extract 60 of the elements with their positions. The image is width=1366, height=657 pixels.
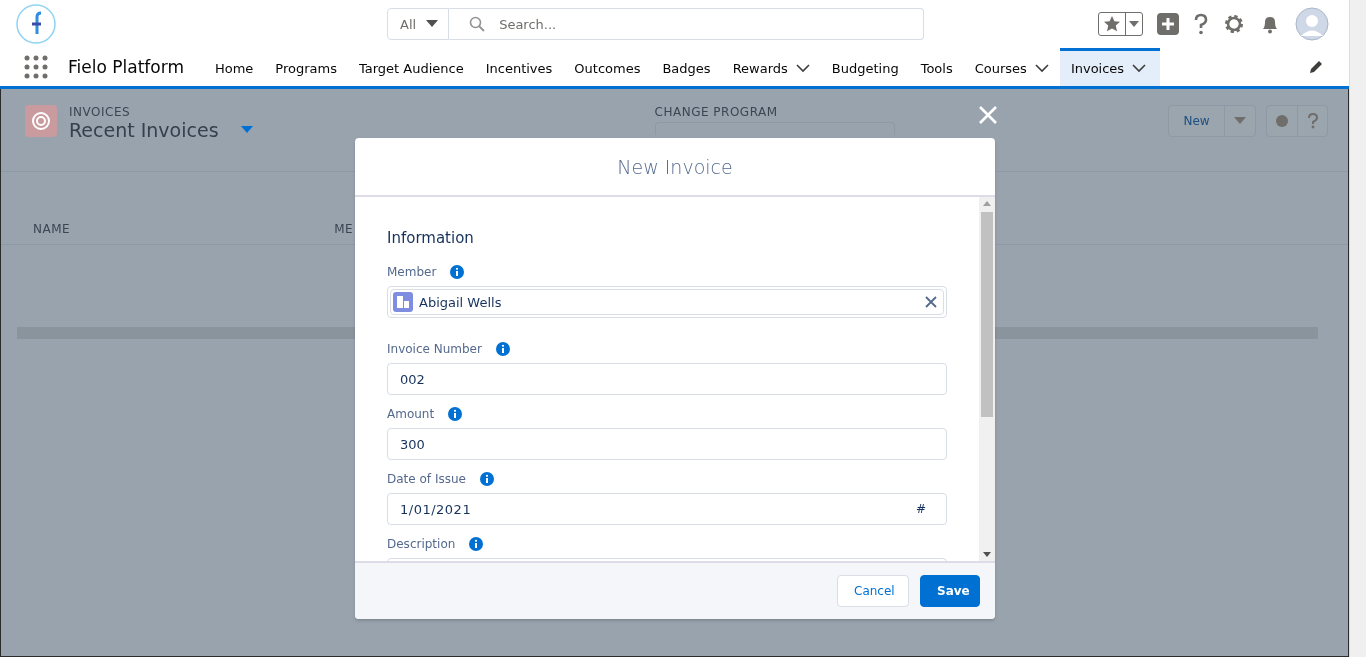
info-icon[interactable] <box>479 472 494 486</box>
settings-icon[interactable] <box>1223 13 1245 35</box>
member-lookup-field[interactable]: Abigail Wells <box>387 286 947 318</box>
nav-tab[interactable]: Badges <box>651 48 722 86</box>
app-name: Fielo Platform <box>68 57 184 77</box>
field-label: Member <box>387 265 437 279</box>
field-label: Invoice Number <box>387 342 482 356</box>
dialog-title: New Invoice <box>617 155 733 178</box>
nav-tab[interactable]: Budgeting <box>820 48 910 86</box>
field-label: Amount <box>387 407 435 421</box>
section-title: Information <box>387 229 475 247</box>
favorites-button[interactable] <box>1098 12 1143 36</box>
list-view-title: Recent Invoices <box>69 119 219 141</box>
remove-icon[interactable] <box>925 296 937 308</box>
nav-tab[interactable]: Outcomes <box>563 48 652 86</box>
info-icon[interactable] <box>450 265 465 279</box>
logo-icon[interactable] <box>16 4 56 44</box>
help-icon <box>1307 113 1318 129</box>
caret-icon <box>426 20 439 28</box>
chevron-down-icon[interactable] <box>1034 64 1049 73</box>
pencil-icon[interactable] <box>1308 59 1324 75</box>
nav-tab[interactable]: Invoices <box>1059 48 1161 86</box>
column-header[interactable]: ME <box>334 222 354 236</box>
vertical-scrollbar[interactable] <box>979 197 995 561</box>
chevron-down-icon[interactable] <box>795 64 810 73</box>
star-icon <box>1102 14 1122 34</box>
record-icon <box>393 292 413 312</box>
search-icon <box>469 16 486 32</box>
text-field[interactable]: 002 <box>387 363 947 395</box>
field-label: Description <box>387 537 456 551</box>
save-button[interactable]: Save <box>920 575 980 607</box>
add-icon[interactable] <box>1157 13 1179 35</box>
caret-icon <box>1234 117 1246 125</box>
object-label: INVOICES <box>69 105 132 119</box>
app-launcher-icon[interactable] <box>24 55 48 79</box>
date-field[interactable]: 1/01/2021 # <box>387 493 947 525</box>
cancel-button[interactable]: Cancel <box>837 575 909 607</box>
info-icon[interactable] <box>469 537 484 551</box>
text-field[interactable]: 300 <box>387 428 947 460</box>
page-scrollbar[interactable] <box>1349 0 1366 657</box>
info-icon[interactable] <box>495 342 510 356</box>
search-field[interactable]: Search... <box>449 8 924 40</box>
field-label: Date of Issue <box>387 472 466 486</box>
column-header[interactable]: NAME <box>33 222 71 236</box>
chevron-down-icon[interactable] <box>1132 64 1147 73</box>
search-scope-dropdown[interactable]: All <box>387 8 450 40</box>
help-icon[interactable] <box>1193 13 1209 35</box>
caret-icon <box>1129 20 1139 28</box>
close-icon[interactable] <box>978 105 998 125</box>
info-icon[interactable] <box>448 407 463 421</box>
nav-tab[interactable]: Home <box>203 48 265 86</box>
nav-tab[interactable]: Courses <box>963 48 1060 86</box>
nav-tab[interactable]: Tools <box>909 48 964 86</box>
change-program-label: CHANGE PROGRAM <box>654 105 779 119</box>
target-icon <box>25 105 57 137</box>
nav-tab[interactable]: Programs <box>264 48 348 86</box>
arrow-down-icon[interactable] <box>983 552 991 557</box>
nav-tab[interactable]: Incentives <box>474 48 564 86</box>
nav-tab[interactable]: Target Audience <box>347 48 475 86</box>
nav-tab[interactable]: Rewards <box>721 48 821 86</box>
